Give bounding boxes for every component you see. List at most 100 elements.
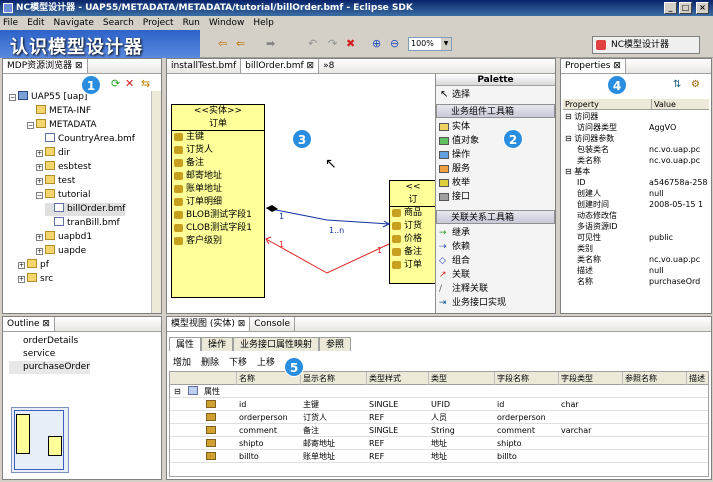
action-button[interactable]: 增加 <box>173 355 191 368</box>
tab-console[interactable]: Console <box>250 317 296 331</box>
expand-toggle-icon[interactable]: + <box>18 276 25 283</box>
table-cell[interactable] <box>625 424 685 437</box>
tree-item[interactable]: + esbtest <box>36 161 91 174</box>
menu-navigate[interactable]: Navigate <box>54 18 94 28</box>
palette-item[interactable]: 枚举 <box>436 176 555 190</box>
property-value[interactable]: 2008-05-15 1 <box>649 199 703 210</box>
more-tabs[interactable]: »8 <box>319 59 338 73</box>
back-dropdown-icon[interactable]: ⇐ <box>236 38 245 50</box>
maximize-button[interactable]: □ <box>679 2 692 14</box>
property-value[interactable]: purchaseOrd <box>649 276 700 287</box>
property-value[interactable]: AggVO <box>649 122 676 133</box>
palette-item[interactable]: ⇢ 依赖 <box>436 240 555 254</box>
table-cell[interactable]: billto <box>239 450 299 463</box>
table-cell[interactable]: id <box>239 398 299 411</box>
property-value[interactable]: nc.vo.uap.pc <box>649 254 700 265</box>
table-cell[interactable]: REF <box>369 411 429 424</box>
palette-group-relations[interactable]: 关联关系工具箱 <box>436 210 555 224</box>
property-row[interactable]: ⊟ 访问器 <box>563 111 709 122</box>
property-row[interactable]: 可见性 public <box>563 232 709 243</box>
table-cell[interactable]: 备注 <box>303 424 363 437</box>
palette-item[interactable]: ◇ 组合 <box>436 254 555 268</box>
property-row[interactable]: 名称 purchaseOrd <box>563 276 709 287</box>
tree-item[interactable]: tranBill.bmf <box>45 217 120 230</box>
tree-item[interactable]: + uapde <box>36 245 86 258</box>
expand-toggle-icon[interactable]: − <box>36 192 43 199</box>
palette-item[interactable]: / 注释关联 <box>436 282 555 296</box>
redo-icon[interactable]: ↷ <box>328 38 337 50</box>
subtab[interactable]: 属性 <box>169 337 202 351</box>
table-cell[interactable]: UFID <box>431 398 491 411</box>
association-line-blue[interactable] <box>265 207 390 225</box>
table-cell[interactable] <box>561 411 621 424</box>
minimize-button[interactable]: _ <box>664 2 677 14</box>
table-cell[interactable]: 地址 <box>431 437 491 450</box>
palette-item[interactable]: 实体 <box>436 120 555 134</box>
table-cell[interactable]: String <box>431 424 491 437</box>
tab-billorder[interactable]: billOrder.bmf ⊠ <box>241 59 320 73</box>
zoom-in-icon[interactable]: ⊕ <box>372 38 381 50</box>
menu-edit[interactable]: Edit <box>27 18 44 28</box>
property-value[interactable]: null <box>649 265 664 276</box>
delete-icon[interactable]: ✕ <box>125 77 134 90</box>
tree-item[interactable]: META-INF <box>27 105 91 118</box>
table-cell[interactable]: comment <box>497 424 557 437</box>
tree-item[interactable]: + src <box>18 273 53 286</box>
property-value[interactable]: a546758a-258 <box>649 177 708 188</box>
tree-item[interactable]: − tutorial <box>36 189 90 202</box>
tree-item[interactable]: + pf <box>18 259 49 272</box>
column-header[interactable]: 类型样式 <box>366 372 428 385</box>
table-cell[interactable]: id <box>497 398 557 411</box>
action-button[interactable]: 删除 <box>201 355 219 368</box>
table-row[interactable]: shipto 邮寄地址 REF 地址 shipto <box>170 437 708 450</box>
table-cell[interactable]: orderperson <box>497 411 557 424</box>
palette-item[interactable]: ⇥ 业务接口实现 <box>436 296 555 310</box>
tree-item[interactable]: + dir <box>36 147 70 160</box>
table-cell[interactable]: 人员 <box>431 411 491 424</box>
subtab[interactable]: 参照 <box>319 337 352 351</box>
column-header[interactable]: 显示名称 <box>300 372 362 385</box>
undo-icon[interactable]: ↶ <box>308 38 317 50</box>
tree-item[interactable]: CountryArea.bmf <box>36 133 135 146</box>
table-cell[interactable]: 主键 <box>303 398 363 411</box>
expand-toggle-icon[interactable]: + <box>36 164 43 171</box>
table-cell[interactable] <box>625 450 685 463</box>
menu-file[interactable]: File <box>3 18 18 28</box>
tab-outline[interactable]: Outline ⊠ <box>3 317 55 331</box>
table-cell[interactable]: billto <box>497 450 557 463</box>
table-cell[interactable] <box>625 411 685 424</box>
thumb-viewport[interactable] <box>14 410 64 470</box>
outline-item[interactable]: purchaseOrder <box>9 361 90 374</box>
table-cell[interactable]: 账单地址 <box>303 450 363 463</box>
property-row[interactable]: 类名称 nc.vo.uap.pc <box>563 254 709 265</box>
table-cell[interactable] <box>561 450 621 463</box>
tree-item[interactable]: + uapbd1 <box>36 231 92 244</box>
expand-toggle-icon[interactable]: + <box>18 262 25 269</box>
property-row[interactable]: 访问器类型 AggVO <box>563 122 709 133</box>
column-header[interactable]: 字段类型 <box>558 372 620 385</box>
expand-toggle-icon[interactable]: + <box>36 150 43 157</box>
property-row[interactable]: 创建人 null <box>563 188 709 199</box>
table-cell[interactable]: char <box>561 398 621 411</box>
palette-item[interactable]: 接口 <box>436 190 555 204</box>
property-row[interactable]: 创建时间 2008-05-15 1 <box>563 199 709 210</box>
table-cell[interactable]: comment <box>239 424 299 437</box>
tab-resource-explorer[interactable]: MDP资源浏览器 ⊠ <box>3 59 88 73</box>
outline-item[interactable]: orderDetails <box>9 335 90 348</box>
tab-properties[interactable]: Properties ⊠ <box>561 59 626 73</box>
property-row[interactable]: 多语资源ID <box>563 221 709 232</box>
tree-item[interactable]: − UAP55 [uap] <box>9 91 87 104</box>
diagram-canvas[interactable]: <<实体>> 订单 主键 订货人 备注 邮寄地址 账单地址 订单明细 BLOB测试字段1 CL… <box>167 74 437 313</box>
table-cell[interactable]: varchar <box>561 424 621 437</box>
subtab[interactable]: 操作 <box>201 337 234 351</box>
property-value[interactable]: public <box>649 232 673 243</box>
menu-help[interactable]: Help <box>253 18 274 28</box>
tree-item[interactable]: billOrder.bmf <box>45 203 126 216</box>
association-line-red[interactable] <box>265 238 390 274</box>
palette-item[interactable]: 值对象 <box>436 134 555 148</box>
table-row[interactable]: comment 备注 SINGLE String comment varchar <box>170 424 708 437</box>
table-cell[interactable]: 邮寄地址 <box>303 437 363 450</box>
property-row[interactable]: ID a546758a-258 <box>563 177 709 188</box>
property-row[interactable]: 类名称 nc.vo.uap.pc <box>563 155 709 166</box>
expand-toggle-icon[interactable]: + <box>36 178 43 185</box>
